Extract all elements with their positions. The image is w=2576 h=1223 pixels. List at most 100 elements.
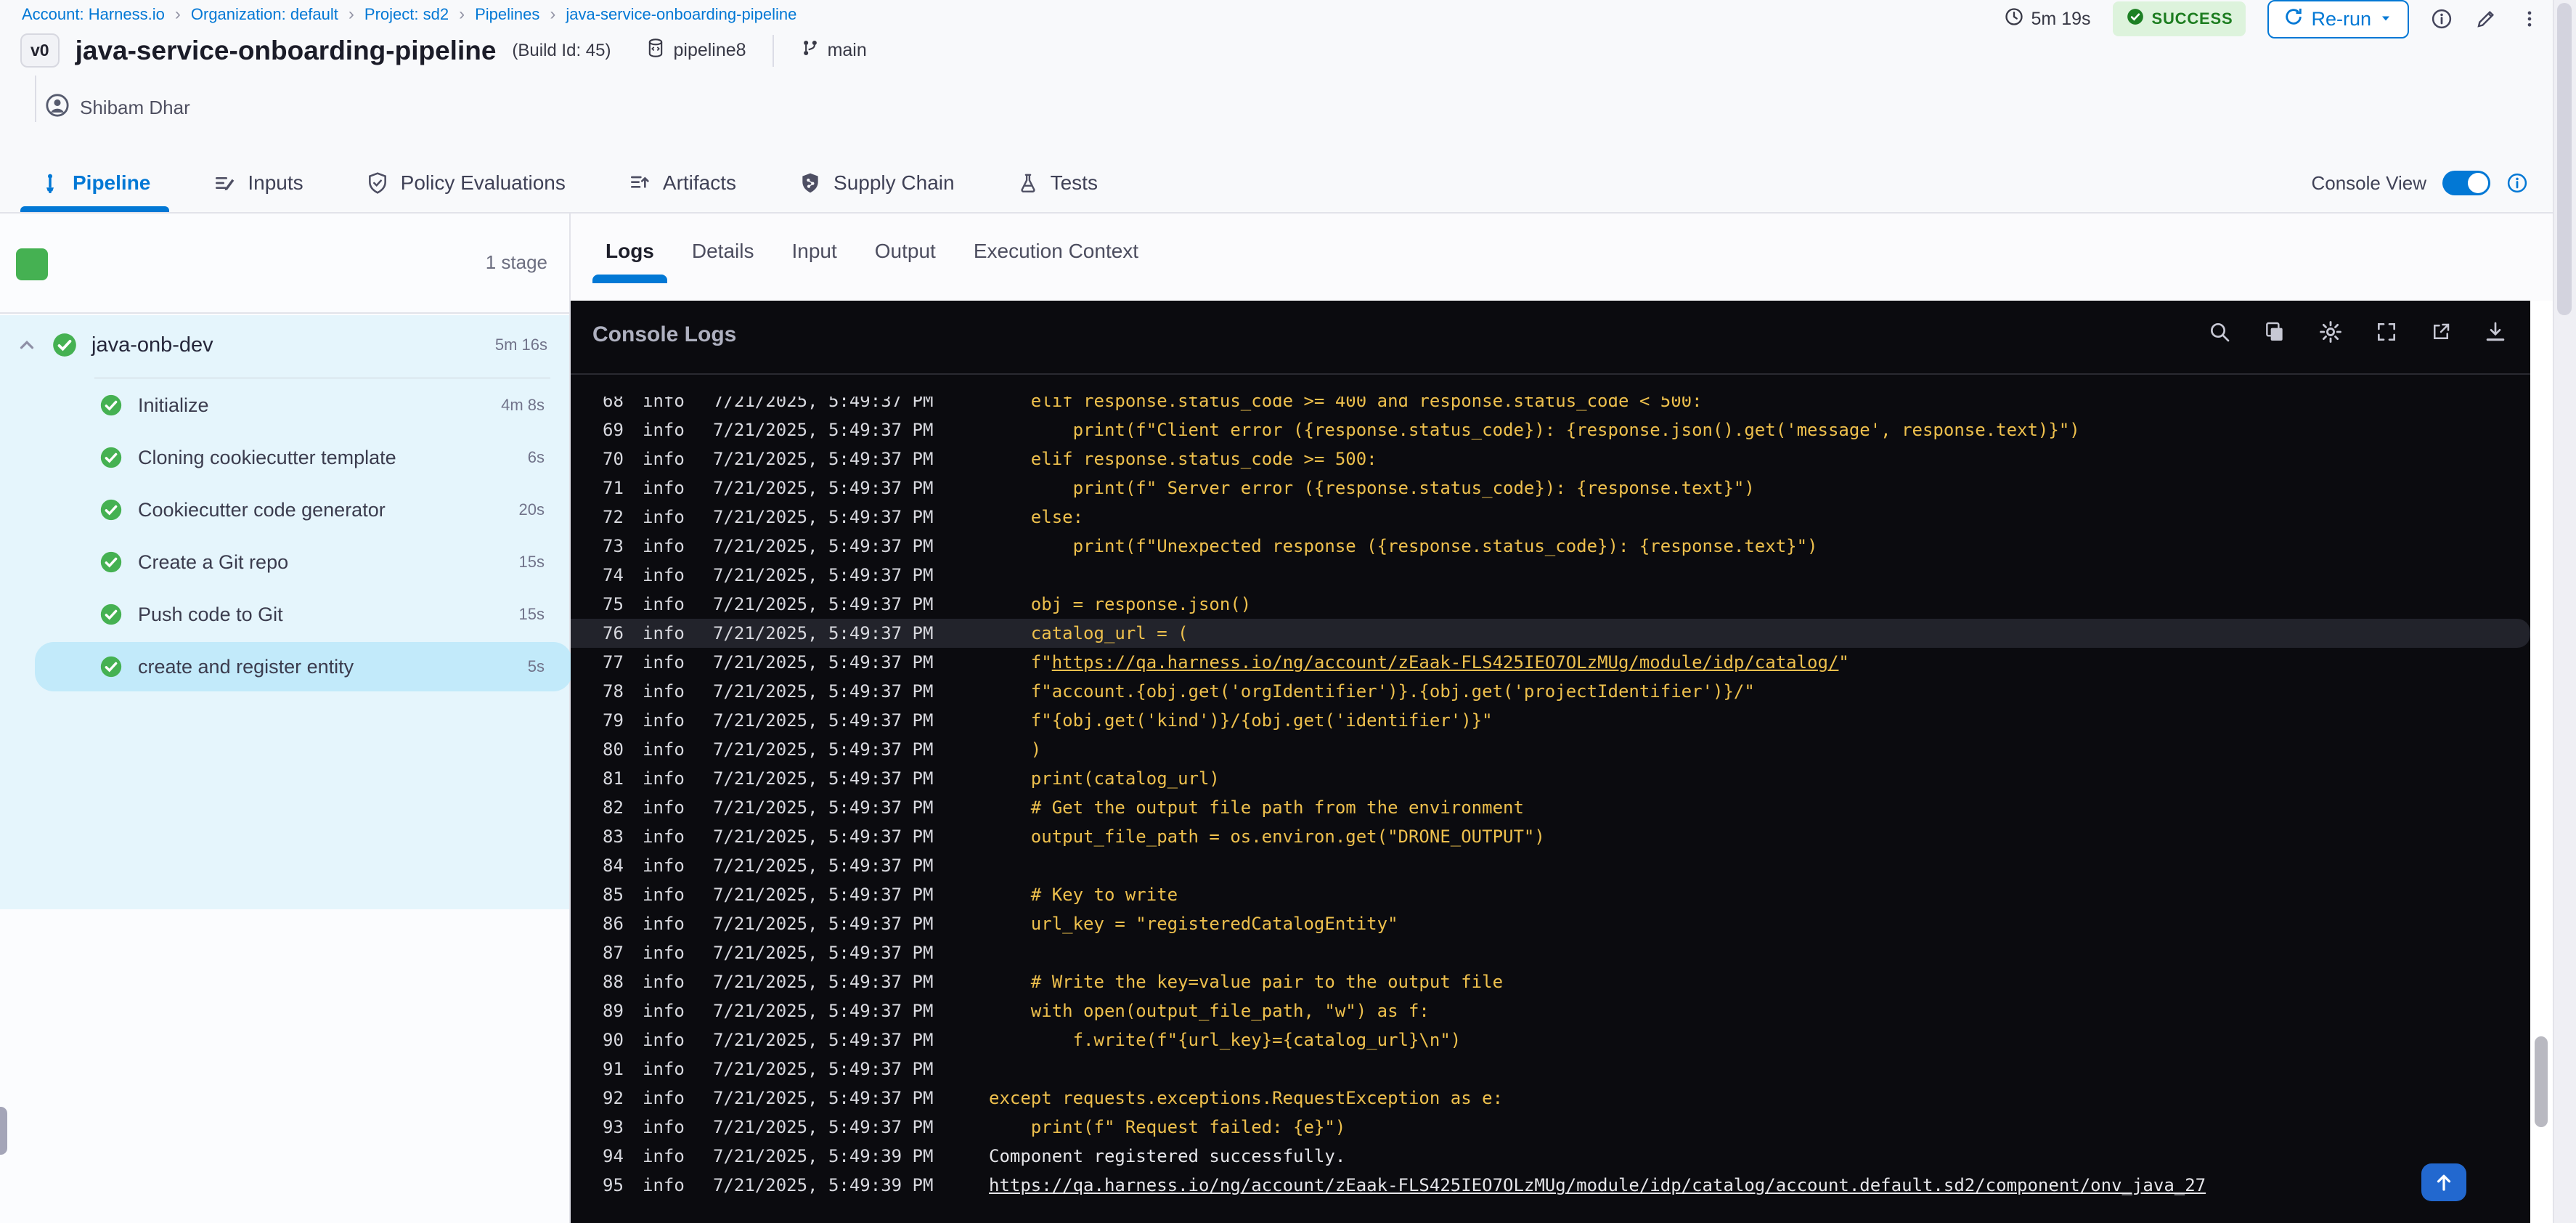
tab-logs[interactable]: Logs — [592, 240, 667, 288]
log-line-number: 80 — [603, 739, 624, 760]
rerun-button[interactable]: Re-run — [2267, 0, 2409, 38]
breadcrumb-item[interactable]: Organization: default — [191, 5, 338, 24]
log-timestamp: 7/21/2025, 5:49:37 PM — [713, 397, 934, 411]
log-scrollbar-thumb[interactable] — [2535, 1036, 2548, 1127]
tab-label: Pipeline — [73, 171, 151, 194]
rerun-label: Re-run — [2311, 7, 2371, 30]
log-line-86: 86 info 7/21/2025, 5:49:37 PM url_key = "r… — [571, 909, 2530, 938]
download-icon[interactable] — [2484, 320, 2507, 344]
log-line-92: 92 info 7/21/2025, 5:49:37 PM except reques… — [571, 1084, 2530, 1113]
log-line-number: 70 — [603, 449, 624, 469]
log-line-88: 88 info 7/21/2025, 5:49:37 PM # Write the … — [571, 967, 2530, 996]
inputs-icon — [213, 171, 236, 195]
page-scrollbar[interactable] — [2553, 0, 2576, 1223]
log-line-number: 84 — [603, 856, 624, 876]
search-icon[interactable] — [2208, 320, 2231, 344]
tab-inputs[interactable]: Inputs — [213, 154, 303, 212]
breadcrumb-item[interactable]: Account: Harness.io — [22, 5, 165, 24]
log-level: info — [643, 1059, 685, 1079]
stage-region: java-onb-dev 5m 16s Initialize 4m 8s Cloni… — [0, 315, 572, 909]
step-row[interactable]: create and register entity 5s — [0, 641, 572, 693]
chevron-up-icon[interactable] — [16, 334, 38, 356]
supply-chain-shield-icon — [799, 171, 822, 195]
log-timestamp: 7/21/2025, 5:49:37 PM — [713, 710, 934, 731]
tab-pipeline[interactable]: Pipeline — [20, 154, 170, 212]
breadcrumb-item[interactable]: java-service-onboarding-pipeline — [566, 5, 796, 24]
stage-status-square[interactable] — [16, 248, 48, 280]
step-success-icon — [99, 654, 123, 679]
log-line-number: 82 — [603, 797, 624, 818]
step-row[interactable]: Push code to Git 15s — [0, 588, 569, 641]
console-view-toggle[interactable] — [2442, 171, 2490, 195]
toggle-knob — [2468, 173, 2488, 193]
log-text: print(catalog_url) — [989, 768, 1220, 789]
breadcrumb-item[interactable]: Project: sd2 — [364, 5, 449, 24]
step-row[interactable]: Cookiecutter code generator 20s — [0, 484, 569, 536]
log-line-number: 88 — [603, 972, 624, 992]
info-icon[interactable] — [2431, 8, 2453, 30]
tab-label: Artifacts — [662, 171, 737, 194]
step-duration: 15s — [518, 553, 545, 571]
flask-icon — [1017, 171, 1039, 195]
log-timestamp: 7/21/2025, 5:49:39 PM — [713, 1146, 934, 1166]
log-viewport[interactable]: 68 info 7/21/2025, 5:49:37 PM elif respons… — [571, 397, 2530, 1223]
tab-label: Policy Evaluations — [400, 171, 566, 194]
step-success-icon — [99, 550, 123, 574]
build-id: (Build Id: 45) — [512, 40, 611, 60]
log-line-79: 79 info 7/21/2025, 5:49:37 PM f"{obj.get('… — [571, 706, 2530, 735]
page-title: java-service-onboarding-pipeline — [75, 35, 497, 65]
tab-tests[interactable]: Tests — [1017, 154, 1098, 212]
log-level: info — [643, 397, 685, 411]
copy-icon[interactable] — [2263, 320, 2286, 344]
log-level: info — [643, 681, 685, 702]
version-badge: v0 — [20, 33, 60, 68]
fullscreen-icon[interactable] — [2375, 320, 2398, 344]
breadcrumb-item[interactable]: Pipelines — [475, 5, 539, 24]
tab-input[interactable]: Input — [791, 240, 836, 288]
log-text: except requests.exceptions.RequestExcept… — [989, 1088, 1504, 1108]
open-in-new-icon[interactable] — [2430, 321, 2452, 343]
log-line-75: 75 info 7/21/2025, 5:49:37 PM obj = respon… — [571, 590, 2530, 619]
log-timestamp: 7/21/2025, 5:49:37 PM — [713, 856, 934, 876]
tab-execution-context[interactable]: Execution Context — [974, 240, 1138, 288]
thread-line — [35, 76, 36, 122]
branch-meta[interactable]: main — [800, 38, 867, 63]
repo-name: pipeline8 — [673, 40, 746, 60]
console-view-info-icon[interactable] — [2506, 172, 2528, 194]
kebab-menu-icon[interactable] — [2519, 7, 2540, 31]
pipeline-header: v0 java-service-onboarding-pipeline (Bui… — [20, 33, 867, 68]
scroll-to-top-button[interactable] — [2421, 1163, 2466, 1201]
stage-row[interactable]: java-onb-dev 5m 16s — [0, 315, 569, 375]
step-success-icon — [99, 497, 123, 522]
tab-details[interactable]: Details — [692, 240, 754, 288]
edit-pencil-icon[interactable] — [2474, 7, 2498, 31]
log-scrollbar[interactable] — [2530, 301, 2553, 1223]
breadcrumb-separator: › — [550, 4, 556, 24]
log-line-70: 70 info 7/21/2025, 5:49:37 PM elif respons… — [571, 444, 2530, 474]
log-text: url_key = "registeredCatalogEntity" — [989, 914, 1398, 934]
log-level: info — [643, 1088, 685, 1108]
execution-detail-panel: Logs Details Input Output Execution Context … — [571, 214, 2576, 1223]
log-text: # Get the output file path from the envi… — [989, 797, 1524, 818]
tab-supply-chain[interactable]: Supply Chain — [799, 154, 955, 212]
log-line-71: 71 info 7/21/2025, 5:49:37 PM print(f" Ser… — [571, 474, 2530, 503]
left-edge-handle[interactable] — [0, 1107, 7, 1155]
breadcrumb-separator: › — [459, 4, 465, 24]
log-text: f.write(f"{url_key}={catalog_url}\n") — [989, 1030, 1462, 1050]
console-view-control: Console View — [2311, 154, 2528, 212]
branch-name: main — [827, 40, 867, 60]
log-level: info — [643, 420, 685, 440]
settings-gear-icon[interactable] — [2318, 320, 2343, 344]
tab-artifacts[interactable]: Artifacts — [628, 154, 736, 212]
log-text: f"account.{obj.get('orgIdentifier')}.{ob… — [989, 681, 1755, 702]
repo-meta[interactable]: pipeline8 — [645, 38, 746, 63]
page-scrollbar-thumb[interactable] — [2557, 3, 2572, 315]
step-row[interactable]: Create a Git repo 15s — [0, 536, 569, 588]
step-row[interactable]: Cloning cookiecutter template 6s — [0, 431, 569, 484]
step-duration: 6s — [527, 448, 545, 466]
log-line-number: 81 — [603, 768, 624, 789]
tab-policy-evaluations[interactable]: Policy Evaluations — [366, 154, 566, 212]
step-row[interactable]: Initialize 4m 8s — [0, 379, 569, 431]
tab-output[interactable]: Output — [875, 240, 936, 288]
log-level: info — [643, 826, 685, 847]
